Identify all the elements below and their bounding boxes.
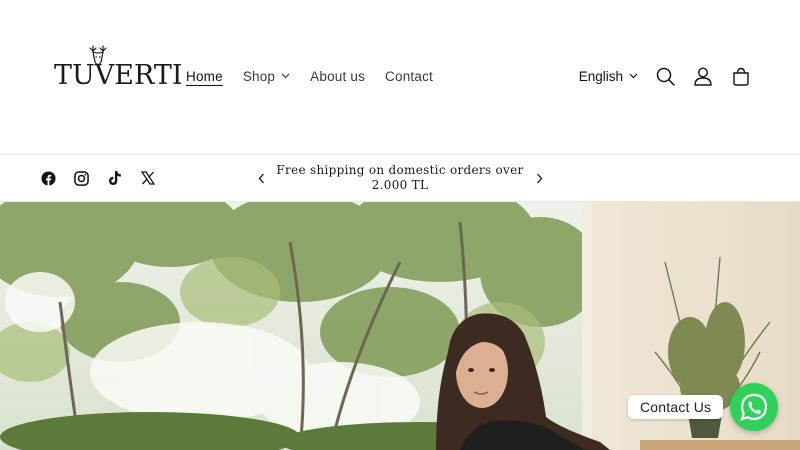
- cart-icon: [733, 67, 749, 86]
- contact-us-label[interactable]: Contact Us: [628, 395, 724, 419]
- announcement-prev-button[interactable]: [250, 167, 272, 189]
- chevron-right-icon: [536, 173, 542, 183]
- x-icon: [140, 171, 155, 185]
- language-label: English: [578, 68, 623, 84]
- header-actions: English: [579, 62, 760, 90]
- chevron-down-icon: [629, 73, 638, 79]
- nav-contact[interactable]: Contact: [385, 69, 433, 84]
- chevron-down-icon: [281, 73, 290, 79]
- instagram-link[interactable]: [65, 165, 98, 191]
- account-button[interactable]: [684, 62, 722, 90]
- main-nav: Home Shop About us Contact: [176, 64, 443, 88]
- instagram-icon: [74, 170, 89, 186]
- whatsapp-icon: [740, 393, 768, 421]
- facebook-icon: [41, 170, 56, 186]
- nav-about[interactable]: About us: [310, 69, 365, 84]
- utility-bar: Free shipping on domestic orders over 2.…: [0, 155, 800, 201]
- facebook-link[interactable]: [32, 165, 65, 191]
- site-header: TUVERTI Home Shop About us Contact Engli…: [0, 0, 800, 154]
- nav-shop[interactable]: Shop: [243, 69, 290, 84]
- whatsapp-button[interactable]: [730, 383, 778, 431]
- brand-name: TUVERTI: [54, 60, 183, 91]
- tiktok-link[interactable]: [98, 165, 131, 191]
- x-link[interactable]: [131, 165, 164, 191]
- language-selector[interactable]: English: [579, 69, 638, 84]
- nav-home[interactable]: Home: [186, 69, 223, 84]
- search-button[interactable]: [646, 62, 684, 90]
- cart-button[interactable]: [722, 62, 760, 90]
- search-icon: [656, 67, 675, 86]
- social-links: [32, 165, 164, 191]
- brand-logo[interactable]: TUVERTI: [54, 44, 183, 100]
- chevron-left-icon: [258, 173, 264, 183]
- tiktok-icon: [108, 171, 121, 185]
- nav-shop-label: Shop: [242, 68, 276, 84]
- announcement-text: Free shipping on domestic orders over 2.…: [276, 163, 524, 192]
- account-icon: [694, 66, 712, 86]
- announcement-next-button[interactable]: [528, 167, 550, 189]
